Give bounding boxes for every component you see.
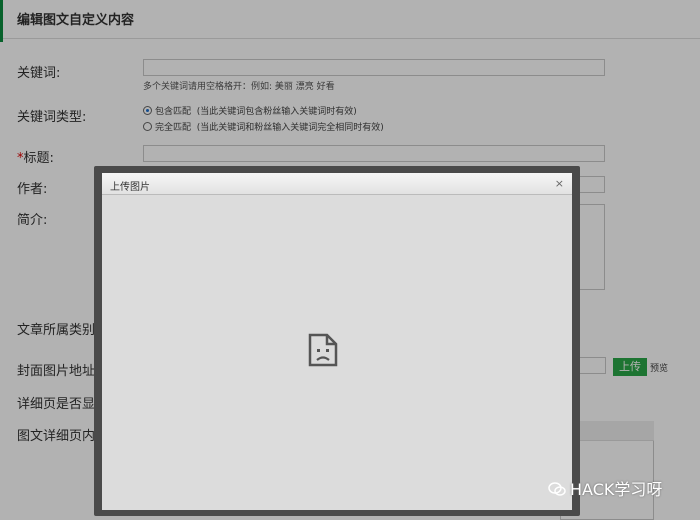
wechat-icon [548, 482, 566, 496]
watermark: HACK学习呀 [548, 476, 662, 500]
close-icon[interactable]: × [555, 177, 564, 190]
broken-page-icon [308, 333, 338, 371]
dialog-header: 上传图片 × [102, 173, 572, 195]
upload-image-dialog: 上传图片 × [102, 173, 572, 510]
watermark-text: HACK学习呀 [570, 480, 663, 499]
dialog-title: 上传图片 [110, 182, 150, 193]
